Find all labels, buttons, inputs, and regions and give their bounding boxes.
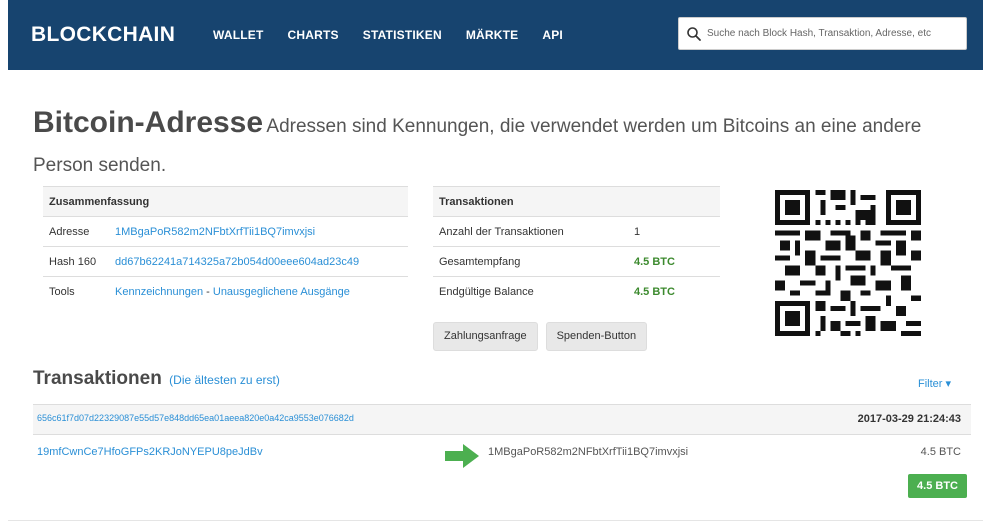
search-icon[interactable] <box>686 26 702 42</box>
tx-amount: 4.5 BTC <box>920 446 961 458</box>
tx-header-row: 656c61f7d07d22329087e55d57e848dd65ea01ae… <box>33 404 971 434</box>
tx-count-label: Anzahl der Transaktionen <box>433 216 628 247</box>
divider <box>8 520 983 521</box>
nav-api[interactable]: API <box>542 28 563 42</box>
nav-maerkte[interactable]: MÄRKTE <box>466 28 519 42</box>
qr-code <box>775 190 921 336</box>
tx-to-address: 1MBgaPoR582m2NFbtXrfTii1BQ7imvxjsi <box>488 446 689 458</box>
hash160-link[interactable]: dd67b62241a714325a72b054d00eee604ad23c49 <box>115 256 359 268</box>
total-received-label: Gesamtempfang <box>433 246 628 277</box>
nav-links: WALLET CHARTS STATISTIKEN MÄRKTE API <box>213 28 587 42</box>
search-input[interactable] <box>707 18 965 49</box>
tx-detail-row: 19mfCwnCe7HfoGFPs2KRJoNYEPU8peJdBv 1MBga… <box>33 434 971 504</box>
unspent-outputs-link[interactable]: Unausgeglichene Ausgänge <box>213 286 350 298</box>
tx-count-value: 1 <box>628 216 720 247</box>
page-title: Bitcoin-Adresse Adressen sind Kennungen,… <box>33 104 963 186</box>
tx-from-address[interactable]: 19mfCwnCe7HfoGFPs2KRJoNYEPU8peJdBv <box>37 446 263 458</box>
transactions-heading: Transaktionen (Die ältesten zu erst) <box>33 368 280 390</box>
final-balance-label: Endgültige Balance <box>433 276 628 307</box>
tools-label: Tools <box>43 276 109 307</box>
tools-separator: - <box>206 285 210 298</box>
transactions-order-link[interactable]: (Die ältesten zu erst) <box>169 373 280 387</box>
total-received-value: 4.5 BTC <box>628 246 720 277</box>
nav-wallet[interactable]: WALLET <box>213 28 264 42</box>
page-title-main: Bitcoin-Adresse <box>33 106 264 139</box>
hash160-label: Hash 160 <box>43 246 109 277</box>
filter-dropdown[interactable]: Filter ▾ <box>918 377 951 390</box>
action-buttons: Zahlungsanfrage Spenden-Button <box>433 322 648 351</box>
donate-button[interactable]: Spenden-Button <box>545 322 648 351</box>
summary-header: Zusammenfassung <box>43 186 408 217</box>
tags-link[interactable]: Kennzeichnungen <box>115 286 203 298</box>
address-label: Adresse <box>43 216 109 247</box>
nav-statistiken[interactable]: STATISTIKEN <box>363 28 442 42</box>
tx-hash-link[interactable]: 656c61f7d07d22329087e55d57e848dd65ea01ae… <box>37 413 354 423</box>
brand-logo[interactable]: BLOCKCHAIN <box>31 23 175 47</box>
summary-table: Zusammenfassung Adresse 1MBgaPoR582m2NFb… <box>43 186 408 307</box>
transactions-title: Transaktionen <box>33 368 162 389</box>
tx-timestamp: 2017-03-29 21:24:43 <box>857 413 961 425</box>
payment-request-button[interactable]: Zahlungsanfrage <box>433 322 538 351</box>
tx-total-badge[interactable]: 4.5 BTC <box>908 474 967 498</box>
final-balance-value: 4.5 BTC <box>628 276 720 307</box>
search-box <box>678 17 967 50</box>
nav-charts[interactable]: CHARTS <box>288 28 339 42</box>
top-navbar: BLOCKCHAIN WALLET CHARTS STATISTIKEN MÄR… <box>8 0 983 70</box>
arrow-right-icon <box>445 444 479 468</box>
address-link[interactable]: 1MBgaPoR582m2NFbtXrfTii1BQ7imvxjsi <box>115 226 315 238</box>
transactions-stats-table: Transaktionen Anzahl der Transaktionen 1… <box>433 186 720 307</box>
transactions-stats-header: Transaktionen <box>433 186 720 217</box>
